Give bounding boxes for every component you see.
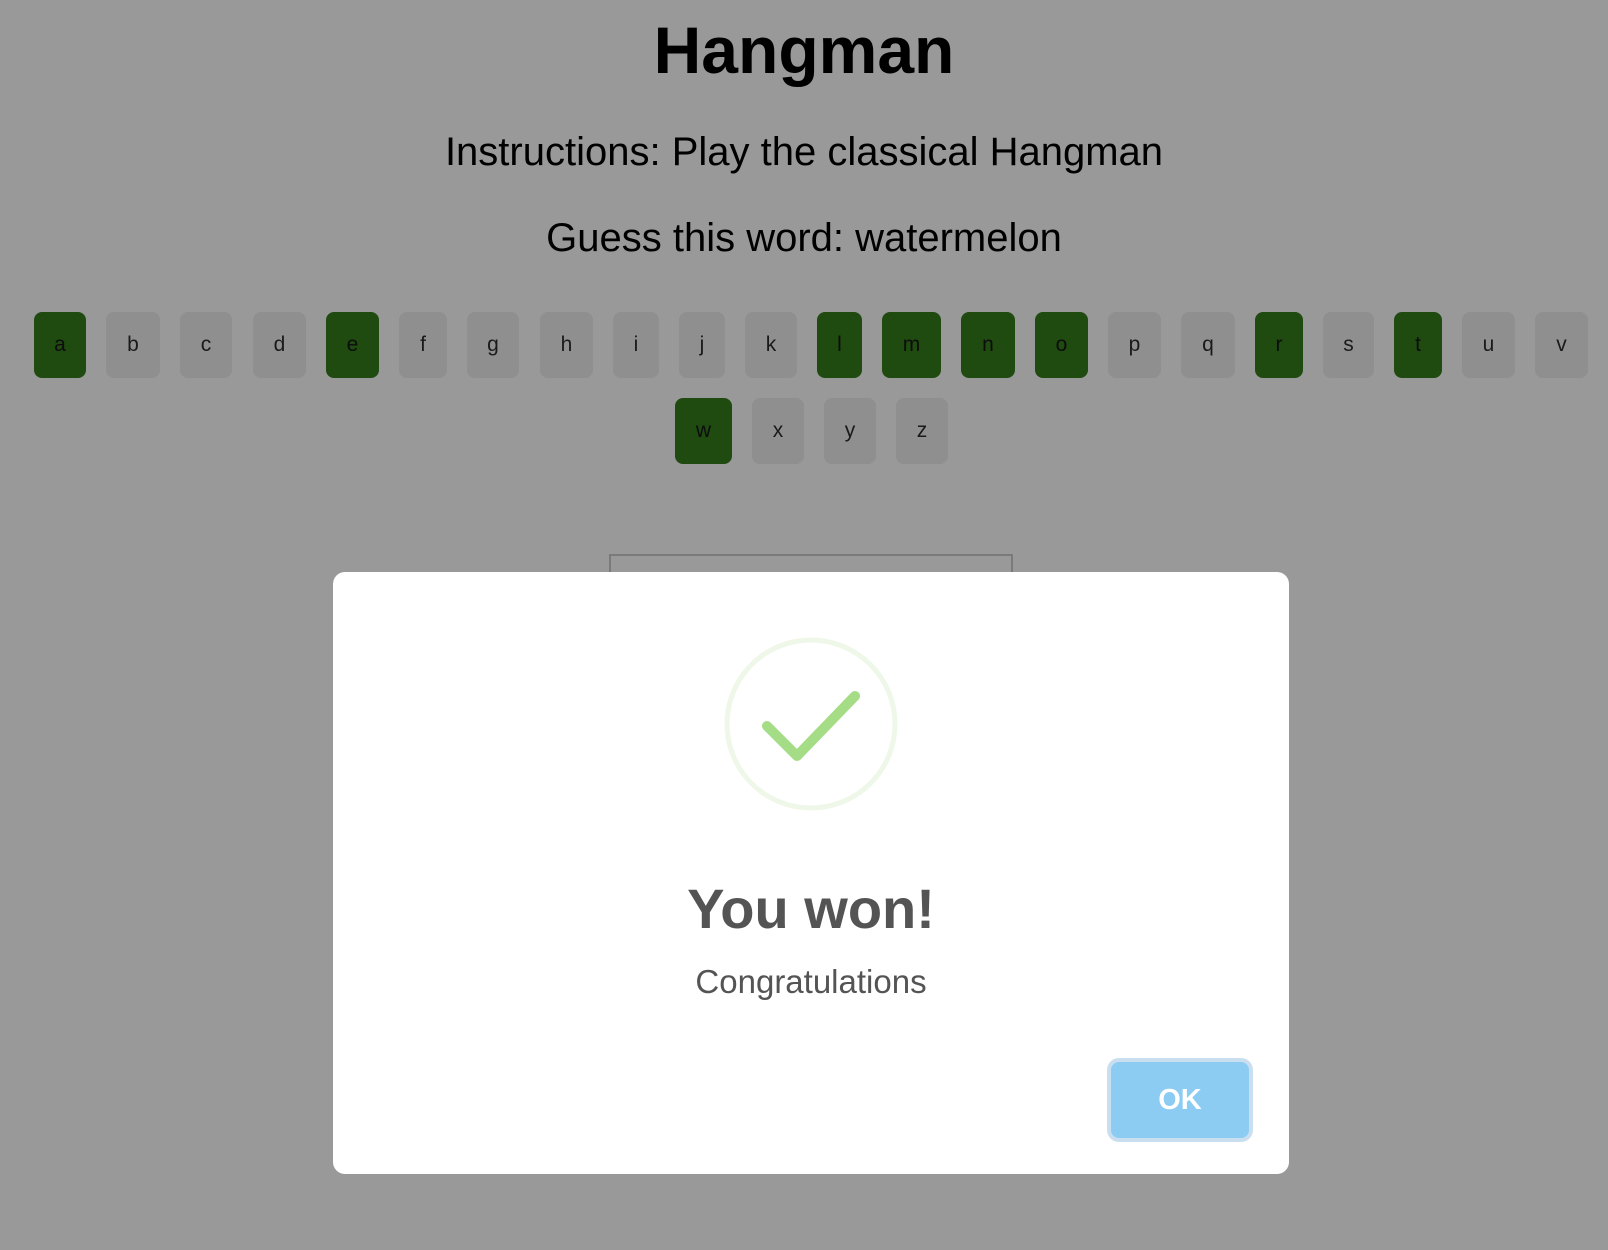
letter-key-l[interactable]: l: [817, 312, 862, 378]
letter-key-label: v: [1556, 333, 1567, 356]
letter-key-label: c: [200, 333, 212, 356]
letter-key-label: j: [699, 333, 705, 356]
letter-key-m[interactable]: m: [882, 312, 941, 378]
win-dialog: You won! Congratulations OK: [333, 572, 1289, 1174]
letter-key-label: g: [487, 333, 499, 356]
letter-key-t[interactable]: t: [1394, 312, 1442, 378]
letter-key-label: f: [420, 333, 426, 356]
letter-key-label: q: [1202, 333, 1214, 356]
letter-key-i[interactable]: i: [613, 312, 659, 378]
letter-key-label: k: [765, 333, 777, 356]
letter-key-f[interactable]: f: [399, 312, 447, 378]
letter-key-label: t: [1415, 333, 1421, 356]
letter-key-u[interactable]: u: [1462, 312, 1515, 378]
letter-key-label: m: [902, 333, 921, 356]
letter-key-z[interactable]: z: [896, 398, 948, 464]
letter-key-label: o: [1055, 333, 1068, 356]
letter-key-label: n: [982, 333, 994, 356]
letter-key-label: e: [346, 333, 359, 356]
letter-key-e[interactable]: e: [326, 312, 379, 378]
dialog-message: Congratulations: [695, 963, 927, 1000]
letter-key-label: h: [560, 333, 573, 356]
letter-key-a[interactable]: a: [34, 312, 86, 378]
letter-key-label: a: [54, 333, 66, 356]
letter-key-v[interactable]: v: [1535, 312, 1588, 378]
letter-key-label: r: [1275, 333, 1283, 356]
guess-word-text: Guess this word: watermelon: [546, 216, 1062, 260]
letter-key-label: i: [633, 333, 639, 356]
letter-key-label: p: [1128, 333, 1141, 356]
dialog-title: You won!: [687, 877, 935, 940]
page-title: Hangman: [653, 13, 955, 87]
letter-key-y[interactable]: y: [824, 398, 876, 464]
letter-key-p[interactable]: p: [1108, 312, 1161, 378]
letter-key-label: y: [844, 419, 856, 442]
letter-key-label: z: [916, 419, 928, 442]
letter-key-q[interactable]: q: [1181, 312, 1235, 378]
letter-key-g[interactable]: g: [467, 312, 519, 378]
letter-key-b[interactable]: b: [106, 312, 160, 378]
letter-key-label: x: [772, 419, 784, 442]
letter-key-label: b: [127, 333, 139, 356]
letter-key-label: l: [837, 333, 842, 356]
instructions-text: Instructions: Play the classical Hangman: [444, 130, 1164, 174]
letter-key-s[interactable]: s: [1323, 312, 1374, 378]
letter-key-label: s: [1343, 333, 1354, 356]
letter-key-h[interactable]: h: [540, 312, 593, 378]
letter-key-o[interactable]: o: [1035, 312, 1088, 378]
letter-key-j[interactable]: j: [679, 312, 725, 378]
ok-button[interactable]: OK: [1111, 1062, 1249, 1138]
letter-key-label: w: [695, 419, 712, 442]
letter-key-label: d: [273, 333, 286, 356]
letter-key-r[interactable]: r: [1255, 312, 1303, 378]
letter-key-c[interactable]: c: [180, 312, 232, 378]
hangman-page: Hangman Instructions: Play the classical…: [0, 0, 1608, 1250]
letter-key-n[interactable]: n: [961, 312, 1015, 378]
letter-key-k[interactable]: k: [745, 312, 797, 378]
letter-key-label: u: [1482, 333, 1495, 356]
success-check-icon: [724, 637, 898, 811]
letter-key-w[interactable]: w: [675, 398, 732, 464]
letter-key-d[interactable]: d: [253, 312, 306, 378]
letter-key-x[interactable]: x: [752, 398, 804, 464]
